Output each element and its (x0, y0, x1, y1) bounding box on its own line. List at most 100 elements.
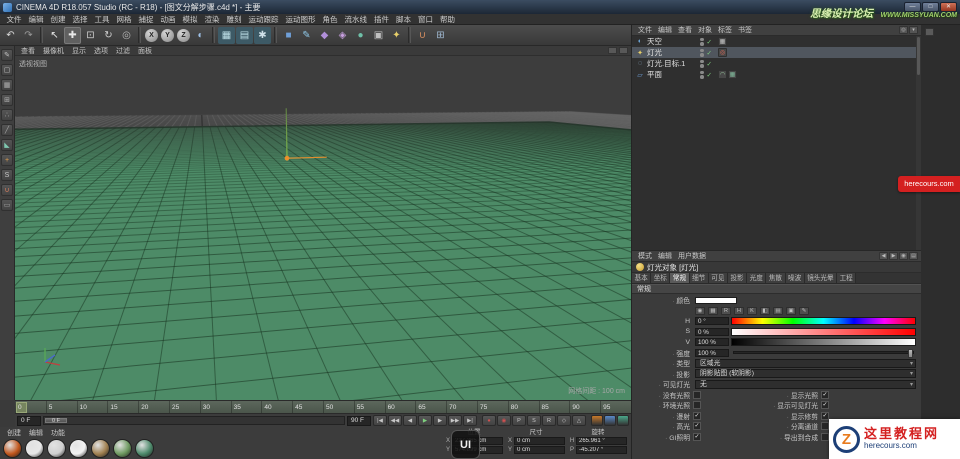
checkbox[interactable] (693, 390, 701, 399)
viewport-menu-item[interactable]: 查看 (17, 46, 39, 56)
checkbox[interactable]: ✓ (821, 401, 829, 410)
material-menu-item[interactable]: 创建 (3, 428, 25, 438)
tab-坐标[interactable]: 坐标 (651, 273, 671, 283)
render-picture-viewer-icon[interactable]: ▤ (236, 26, 253, 44)
render-visibility-dot[interactable] (700, 64, 704, 68)
om-menu-item[interactable]: 编辑 (655, 25, 675, 35)
timeline-tick[interactable]: 80 (507, 401, 539, 413)
viewport-solo-icon[interactable]: S (1, 169, 13, 181)
play-button[interactable]: ▶ (418, 415, 432, 426)
menubar-item[interactable]: 选择 (69, 14, 91, 25)
menubar-item[interactable]: 流水线 (341, 14, 371, 25)
points-mode-icon[interactable]: ∴ (1, 109, 13, 121)
compact-mode-icon[interactable]: ▣ (786, 306, 796, 315)
saturation-gradient-bar[interactable] (731, 327, 916, 336)
channel-value-field[interactable]: 100 % (695, 338, 729, 347)
object-axis-handle[interactable] (284, 155, 290, 161)
add-generator-icon[interactable]: ◆ (316, 27, 333, 44)
timeline-tick[interactable]: 35 (230, 401, 262, 413)
texture-tag[interactable]: ▦ (727, 70, 737, 79)
scene-render[interactable] (15, 56, 631, 400)
editor-visibility-dot[interactable] (700, 70, 704, 74)
section-header[interactable]: 常规 (632, 284, 921, 294)
om-filter-icon[interactable]: ▾ (909, 26, 918, 34)
maximize-viewport-icon[interactable] (619, 47, 628, 54)
prev-frame-button[interactable]: ◀ (403, 415, 417, 426)
hsv-slider-icon[interactable]: H (734, 306, 744, 315)
hue-gradient-bar[interactable] (731, 317, 916, 326)
tab-基本[interactable]: 基本 (632, 273, 652, 283)
timeline-tick[interactable]: 70 (446, 401, 477, 413)
om-menu-item[interactable]: 书签 (735, 25, 755, 35)
prev-key-button[interactable]: ◀◀ (388, 415, 402, 426)
enable-toggle[interactable]: ✓ (707, 60, 712, 68)
make-editable-icon[interactable]: ✎ (1, 49, 13, 61)
menubar-item[interactable]: 运动跟踪 (245, 14, 282, 25)
eyedropper-icon[interactable]: ✎ (799, 306, 809, 315)
viewport-menu-item[interactable]: 过滤 (112, 46, 134, 56)
viewport-menu-item[interactable]: 摄像机 (39, 46, 68, 56)
object-row[interactable]: ◌ 灯光.目标.1 ✓ (632, 58, 921, 69)
menubar-item[interactable]: 角色 (319, 14, 341, 25)
menubar-item[interactable]: 脚本 (393, 14, 415, 25)
coordinate-field[interactable]: 0 cm (514, 437, 565, 445)
layout-strip-icon[interactable] (925, 28, 934, 36)
timeline-tick[interactable]: 95 (600, 401, 631, 413)
rgb-slider-icon[interactable]: R (721, 306, 731, 315)
checkbox[interactable]: ✓ (693, 432, 701, 441)
color-swatch[interactable] (695, 296, 737, 304)
material-swatch-6[interactable] (113, 439, 132, 458)
timeline-tick[interactable]: 10 (76, 401, 108, 413)
add-environment-icon[interactable]: ● (352, 27, 369, 44)
texture-tag[interactable]: ▦ (717, 37, 727, 46)
scale-tool-icon[interactable]: ⊡ (82, 27, 99, 44)
checkbox[interactable]: ✓ (821, 390, 829, 399)
tab-噪波[interactable]: 噪波 (785, 273, 805, 283)
om-search-icon[interactable]: ◎ (899, 26, 908, 34)
color-wheel-icon[interactable]: ◉ (695, 306, 705, 315)
timeline-tick[interactable]: 15 (107, 401, 138, 413)
enable-axis-icon[interactable]: + (1, 154, 13, 166)
checkbox[interactable] (821, 422, 829, 431)
undo-icon[interactable]: ↶ (2, 27, 19, 44)
coordinate-field[interactable]: -45.207 ° (576, 446, 627, 454)
editor-visibility-dot[interactable] (700, 59, 704, 63)
tab-常规[interactable]: 常规 (670, 273, 690, 283)
menubar-item[interactable]: 运动图形 (282, 14, 319, 25)
timeline-tick[interactable]: 55 (353, 401, 385, 413)
goto-end-button[interactable]: ▶| (463, 415, 477, 426)
edges-mode-icon[interactable]: ╱ (1, 124, 13, 136)
enable-toggle[interactable]: ✓ (707, 38, 712, 46)
timeline-tick[interactable]: 20 (138, 401, 169, 413)
am-menu-item[interactable]: 用户数据 (675, 251, 709, 261)
enable-snap-icon[interactable]: ∪ (1, 184, 13, 196)
channel-value-field[interactable]: 0 ° (695, 317, 729, 326)
move-tool-icon[interactable]: ✚ (64, 26, 81, 44)
menubar-item[interactable]: 网格 (113, 14, 135, 25)
checkbox[interactable]: ✓ (821, 411, 829, 420)
menubar-item[interactable]: 捕捉 (135, 14, 157, 25)
object-row[interactable]: ▱ 平面 ✓ ◠ ▦ (632, 69, 921, 80)
render-view-icon[interactable]: ▦ (218, 26, 235, 44)
phong-tag[interactable]: ◠ (717, 70, 727, 79)
timeline-scrub-slider[interactable]: 0 F (43, 416, 345, 425)
tab-工程[interactable]: 工程 (837, 273, 857, 283)
add-light-icon[interactable]: ✦ (388, 27, 405, 44)
locked-workplane-icon[interactable]: ▭ (1, 199, 13, 211)
om-menu-item[interactable]: 查看 (675, 25, 695, 35)
timeline-tick[interactable]: 30 (199, 401, 231, 413)
viewport-options-icon[interactable] (608, 47, 617, 54)
viewport-menu-item[interactable]: 显示 (68, 46, 90, 56)
color-mixer-icon[interactable]: ◧ (760, 306, 770, 315)
timeline-ruler[interactable]: 0 5 10 15 20 25 30 35 40 45 50 55 60 65 70 75 80 85 90 95 (15, 400, 631, 413)
viewport[interactable]: 查看 摄像机 显示 选项 过滤 面板 透视视图 网格间距 : 100 cm (15, 46, 631, 400)
coordinate-field[interactable]: 0 cm (514, 446, 565, 454)
render-settings-icon[interactable]: ✱ (254, 26, 271, 44)
workplane-icon[interactable]: ⊞ (432, 27, 449, 44)
coordinate-system-icon[interactable]: ◐ (192, 27, 209, 44)
timeline-tick[interactable]: 5 (45, 401, 77, 413)
live-selection-icon[interactable]: ↖ (46, 27, 63, 44)
object-row[interactable]: ◐ 天空 ✓ ▦ (632, 36, 921, 47)
material-swatch-4[interactable] (69, 439, 88, 458)
keyframe-palette-chip-1[interactable] (591, 415, 603, 426)
